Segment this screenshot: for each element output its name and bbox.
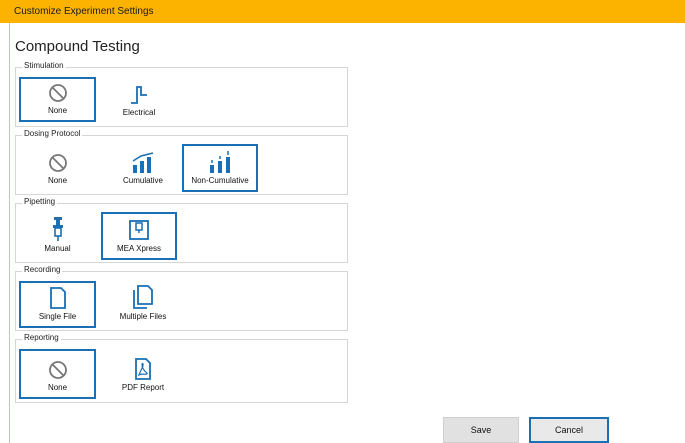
cumulative-icon — [131, 149, 155, 173]
none-icon — [46, 79, 70, 103]
window-titlebar: Customize Experiment Settings — [0, 0, 685, 23]
mea-xpress-icon — [127, 217, 151, 241]
reporting-group: Reporting None PDF Report — [15, 333, 348, 403]
option-label: Manual — [44, 244, 71, 253]
window-border — [9, 23, 10, 443]
reporting-pdf-report-option[interactable]: PDF Report — [104, 349, 182, 397]
pipetting-manual-option[interactable]: Manual — [19, 213, 96, 258]
save-button[interactable]: Save — [443, 417, 519, 443]
dosing-none-option[interactable]: None — [19, 145, 96, 190]
stimulation-group-label: Stimulation — [22, 61, 66, 70]
stimulation-electrical-option[interactable]: Electrical — [104, 77, 174, 122]
stimulation-none-option[interactable]: None — [19, 77, 96, 122]
option-label: PDF Report — [121, 383, 165, 392]
reporting-none-option[interactable]: None — [19, 349, 96, 399]
non-cumulative-icon — [208, 149, 232, 173]
window-title: Customize Experiment Settings — [14, 6, 154, 17]
dosing-protocol-group: Dosing Protocol None Cumulative Non-Cumu… — [15, 129, 348, 195]
option-label: Single File — [38, 312, 77, 321]
none-icon — [46, 149, 70, 173]
pipetting-group: Pipetting Manual MEA Xpress — [15, 197, 348, 263]
option-label: Non-Cumulative — [191, 176, 249, 185]
page-title: Compound Testing — [15, 38, 140, 55]
pipetting-group-label: Pipetting — [22, 197, 58, 206]
option-label: None — [47, 176, 68, 185]
option-label: MEA Xpress — [116, 244, 161, 253]
none-icon — [46, 356, 70, 380]
pdf-icon — [131, 356, 155, 380]
recording-group: Recording Single File Multiple Files — [15, 265, 348, 331]
recording-group-label: Recording — [22, 265, 63, 274]
file-icon — [46, 285, 70, 309]
option-label: None — [47, 383, 68, 392]
option-label: Electrical — [122, 108, 156, 117]
recording-multiple-files-option[interactable]: Multiple Files — [104, 281, 182, 326]
dosing-non-cumulative-option[interactable]: Non-Cumulative — [182, 144, 258, 192]
files-icon — [131, 285, 155, 309]
reporting-group-label: Reporting — [22, 333, 61, 342]
recording-single-file-option[interactable]: Single File — [19, 281, 96, 328]
pipetting-mea-xpress-option[interactable]: MEA Xpress — [101, 212, 177, 260]
pulse-icon — [127, 81, 151, 105]
option-label: Cumulative — [122, 176, 163, 185]
pipette-icon — [46, 217, 70, 241]
dosing-cumulative-option[interactable]: Cumulative — [104, 145, 182, 190]
cancel-button[interactable]: Cancel — [529, 417, 609, 443]
option-label: Multiple Files — [119, 312, 167, 321]
option-label: None — [47, 106, 68, 115]
stimulation-group: Stimulation None Electrical — [15, 61, 348, 127]
dosing-group-label: Dosing Protocol — [22, 129, 83, 138]
